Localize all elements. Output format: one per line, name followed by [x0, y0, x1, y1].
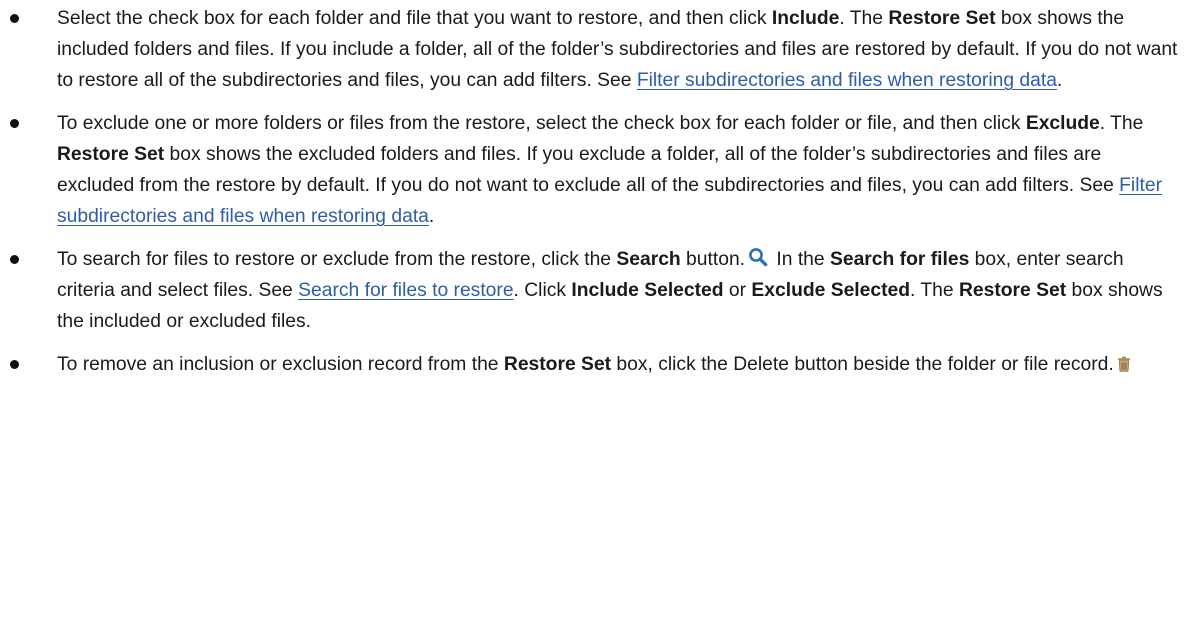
ui-term-exclude-selected: Exclude Selected	[751, 280, 911, 301]
text-run: . The	[839, 8, 889, 29]
paragraph-delete: To remove an inclusion or exclusion reco…	[57, 349, 1182, 380]
bullet-marker	[10, 14, 19, 23]
text-run: . Click	[513, 280, 572, 301]
ui-term-search: Search	[616, 249, 681, 270]
link-filter-subdirectories[interactable]: Filter subdirectories and files when res…	[637, 70, 1057, 91]
text-run: box, click the Delete button beside the …	[611, 354, 1114, 375]
paragraph-include: Select the check box for each folder and…	[57, 3, 1182, 96]
ui-term-restore-set: Restore Set	[57, 144, 165, 165]
document-page: Select the check box for each folder and…	[0, 0, 1202, 618]
list-item: Select the check box for each folder and…	[0, 3, 1202, 96]
text-run: To exclude one or more folders or files …	[57, 113, 1026, 134]
bullet-marker	[10, 360, 19, 369]
list-item: To remove an inclusion or exclusion reco…	[0, 349, 1202, 380]
text-run: .	[1056, 70, 1063, 91]
instruction-list: Select the check box for each folder and…	[0, 3, 1202, 380]
text-run: To search for files to restore or exclud…	[57, 249, 617, 270]
ui-term-restore-set: Restore Set	[958, 280, 1067, 301]
ui-term-restore-set: Restore Set	[503, 354, 612, 375]
text-run: .	[428, 206, 435, 227]
link-search-for-files[interactable]: Search for files to restore	[298, 280, 513, 301]
ui-term-include-selected: Include Selected	[571, 280, 724, 301]
ui-term-include: Include	[771, 8, 840, 29]
ui-term-restore-set: Restore Set	[888, 8, 996, 29]
text-run: . The	[910, 280, 959, 301]
trash-icon	[1117, 356, 1131, 372]
search-icon	[748, 247, 768, 267]
list-item: To search for files to restore or exclud…	[0, 244, 1202, 337]
text-run: In the	[771, 249, 830, 270]
ui-term-search-for-files: Search for files	[830, 249, 970, 270]
paragraph-exclude: To exclude one or more folders or files …	[57, 108, 1182, 232]
text-run: To remove an inclusion or exclusion reco…	[57, 354, 504, 375]
bullet-marker	[10, 119, 19, 128]
ui-term-exclude: Exclude	[1025, 113, 1100, 134]
text-run: or	[723, 280, 752, 301]
bullet-marker	[10, 255, 19, 264]
text-run: box shows the excluded folders and files…	[57, 144, 1120, 196]
list-item: To exclude one or more folders or files …	[0, 108, 1202, 232]
text-run: button.	[680, 249, 746, 270]
text-run: Select the check box for each folder and…	[57, 8, 772, 29]
text-run: . The	[1099, 113, 1144, 134]
paragraph-search: To search for files to restore or exclud…	[57, 244, 1182, 337]
